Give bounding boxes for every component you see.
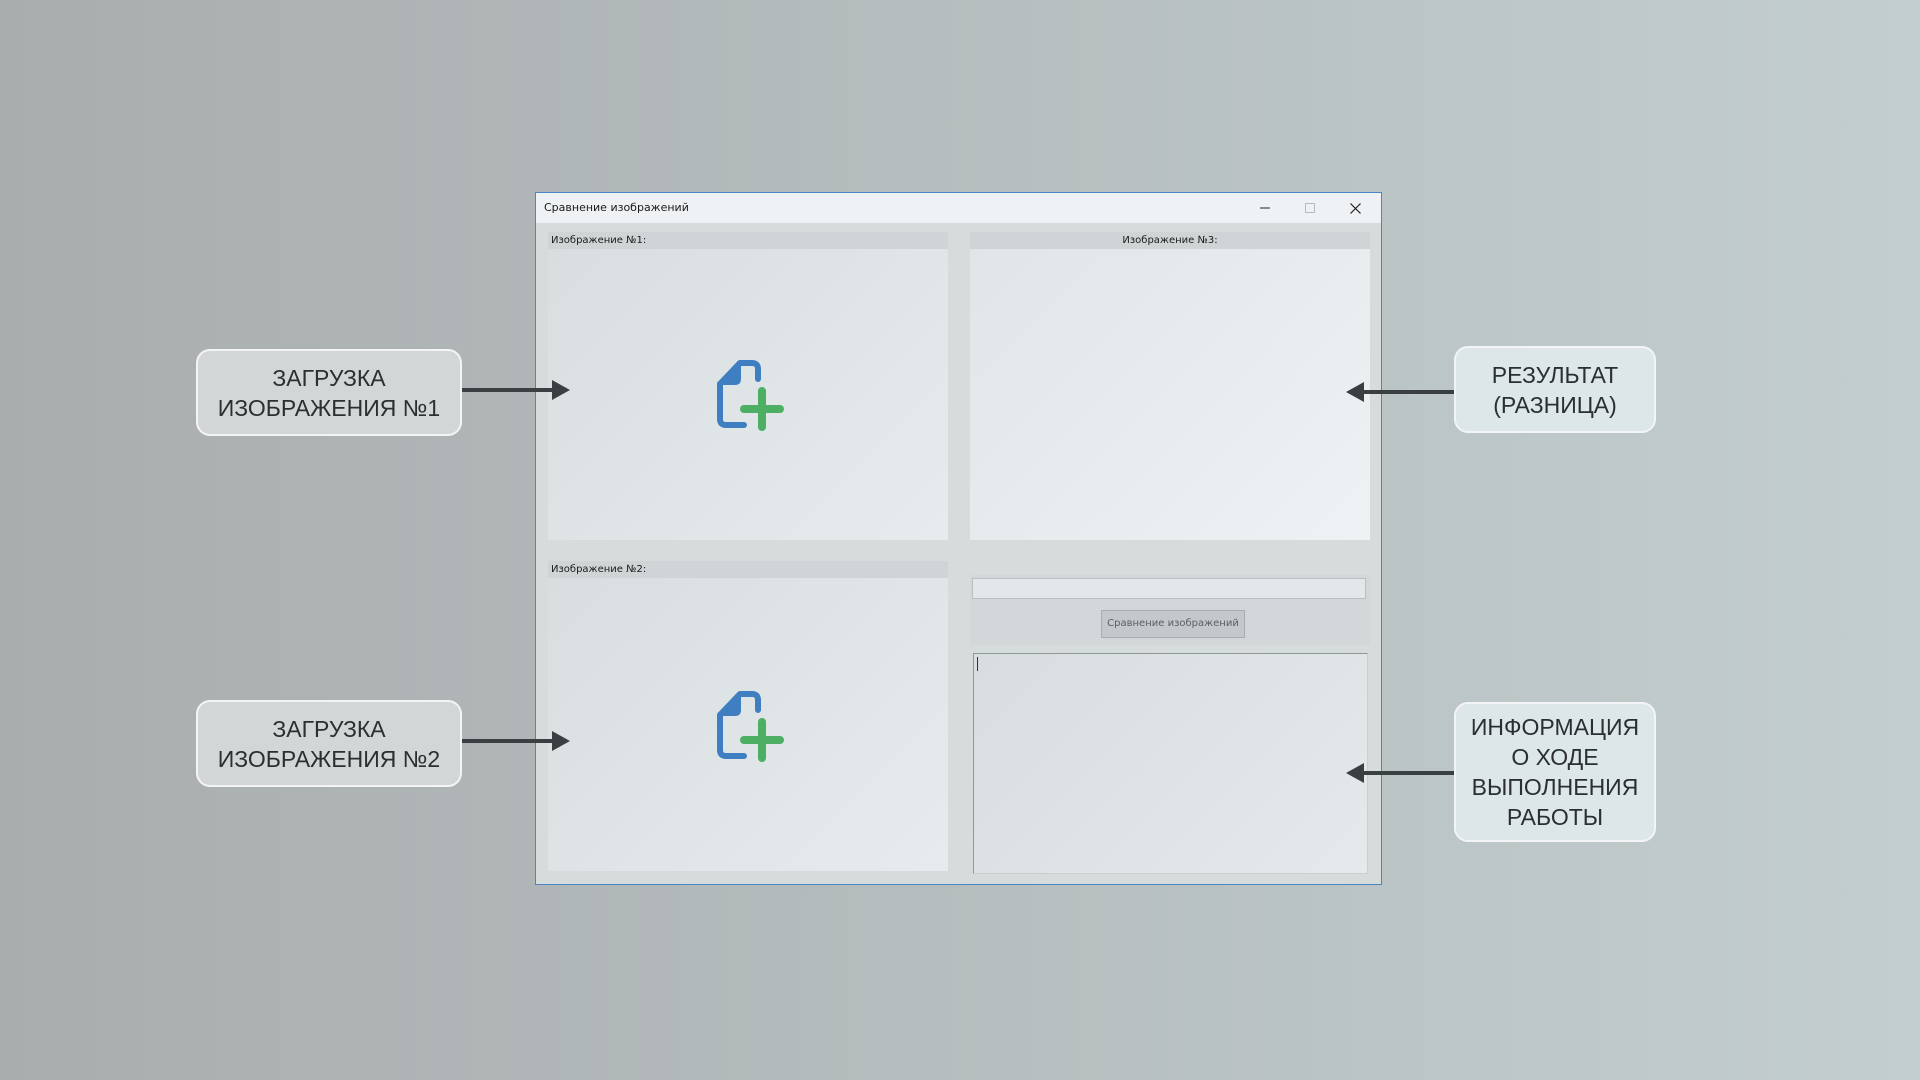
close-icon	[1350, 202, 1361, 214]
minimize-button[interactable]	[1242, 193, 1287, 223]
callout-load-image1: ЗАГРУЗКА ИЗОБРАЖЕНИЯ №1	[196, 349, 462, 436]
close-button[interactable]	[1333, 193, 1378, 223]
image3-label: Изображение №3:	[970, 232, 1370, 249]
controls-area: Сравнение изображений	[970, 575, 1370, 645]
text-caret	[977, 657, 978, 671]
minimize-icon	[1259, 207, 1270, 209]
title-bar[interactable]: Сравнение изображений	[536, 193, 1381, 223]
image1-panel[interactable]: Изображение №1:	[548, 232, 948, 540]
window-title: Сравнение изображений	[544, 201, 689, 214]
image2-label: Изображение №2:	[548, 561, 948, 578]
maximize-icon	[1304, 203, 1315, 213]
compare-images-button[interactable]: Сравнение изображений	[1101, 610, 1245, 638]
add-file-icon[interactable]	[716, 688, 788, 762]
image2-panel[interactable]: Изображение №2:	[548, 561, 948, 871]
progress-log-textbox[interactable]	[973, 653, 1368, 874]
progress-bar	[972, 578, 1366, 599]
callout-result: РЕЗУЛЬТАТ (РАЗНИЦА)	[1454, 346, 1656, 433]
app-window: Сравнение изображений Изображение №1: Из…	[535, 192, 1382, 885]
add-file-icon[interactable]	[716, 357, 788, 431]
image1-label: Изображение №1:	[548, 232, 948, 249]
callout-progress-info: ИНФОРМАЦИЯ О ХОДЕ ВЫПОЛНЕНИЯ РАБОТЫ	[1454, 702, 1656, 842]
callout-load-image2: ЗАГРУЗКА ИЗОБРАЖЕНИЯ №2	[196, 700, 462, 787]
image3-result-panel: Изображение №3:	[970, 232, 1370, 540]
maximize-button[interactable]	[1287, 193, 1332, 223]
